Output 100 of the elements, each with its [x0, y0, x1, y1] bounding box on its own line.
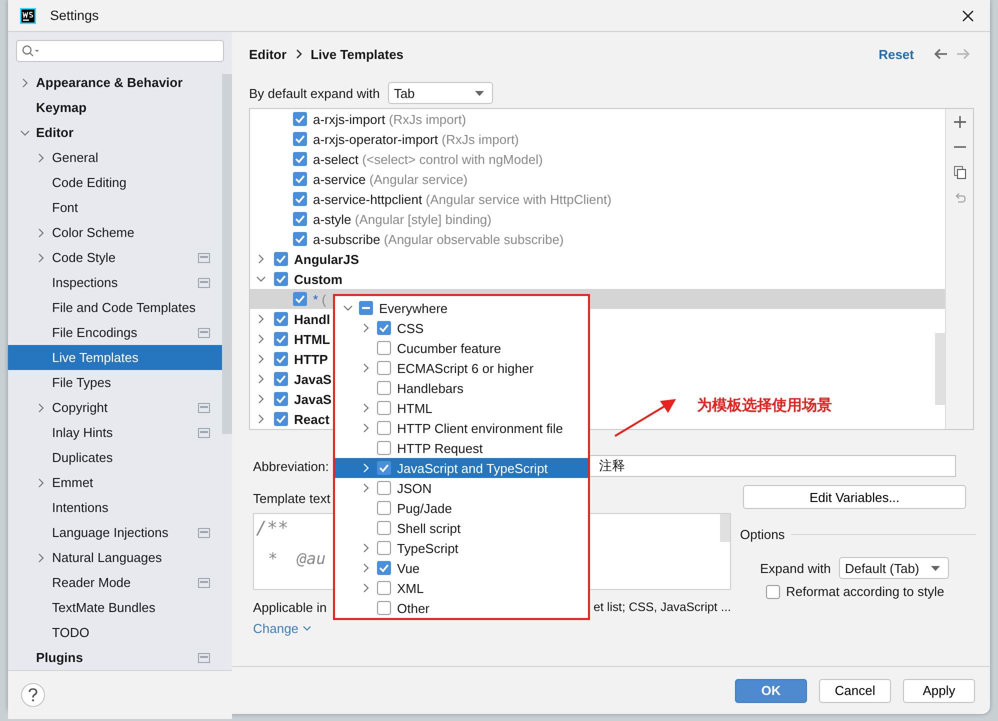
- template-entry[interactable]: a-select (<select> control with ngModel): [313, 152, 543, 166]
- checkbox[interactable]: [274, 412, 288, 426]
- chevron-right-icon[interactable]: [36, 252, 46, 262]
- settings-tree-item[interactable]: Code Style: [8, 245, 222, 270]
- template-group-name[interactable]: HTTP: [294, 352, 328, 366]
- chevron-right-icon[interactable]: [256, 374, 266, 384]
- undo-icon[interactable]: [954, 192, 966, 204]
- breadcrumb-item[interactable]: Editor: [249, 46, 287, 62]
- checkbox[interactable]: [377, 361, 391, 375]
- chevron-right-icon[interactable]: [361, 323, 371, 333]
- add-icon[interactable]: [954, 116, 966, 128]
- expand-key-dropdown[interactable]: Tab: [388, 82, 493, 104]
- context-item[interactable]: CSS: [335, 318, 588, 338]
- checkbox[interactable]: [293, 152, 307, 166]
- template-entry[interactable]: a-rxjs-operator-import (RxJs import): [313, 132, 519, 146]
- checkbox[interactable]: [274, 372, 288, 386]
- template-group-name[interactable]: AngularJS: [294, 252, 360, 266]
- checkbox[interactable]: [377, 401, 391, 415]
- checkbox[interactable]: [377, 481, 391, 495]
- settings-tree-item[interactable]: Code Editing: [8, 170, 222, 195]
- template-group-name[interactable]: HTML: [294, 332, 330, 346]
- template-group-name[interactable]: Handl: [294, 312, 330, 326]
- context-item[interactable]: Handlebars: [335, 378, 588, 398]
- reset-link[interactable]: Reset: [878, 46, 914, 62]
- checkbox[interactable]: [377, 561, 391, 575]
- checkbox[interactable]: [274, 272, 288, 286]
- chevron-right-icon[interactable]: [36, 152, 46, 162]
- settings-tree-item[interactable]: Copyright: [8, 395, 222, 420]
- settings-tree-item[interactable]: Reader Mode: [8, 570, 222, 595]
- context-item[interactable]: XML: [335, 578, 588, 598]
- settings-tree-item[interactable]: Natural Languages: [8, 545, 222, 570]
- back-arrow-icon[interactable]: [934, 48, 948, 60]
- checkbox[interactable]: [293, 192, 307, 206]
- settings-tree-item[interactable]: Intentions: [8, 495, 222, 520]
- checkbox[interactable]: [377, 581, 391, 595]
- chevron-right-icon[interactable]: [36, 478, 46, 488]
- scrollbar-thumb[interactable]: [935, 333, 945, 405]
- checkbox[interactable]: [377, 421, 391, 435]
- settings-tree-item[interactable]: File Types: [8, 370, 222, 395]
- checkbox[interactable]: [293, 172, 307, 186]
- context-item[interactable]: Everywhere: [335, 298, 588, 318]
- context-item[interactable]: Other: [335, 598, 588, 618]
- settings-tree-item[interactable]: Language Injections: [8, 520, 222, 545]
- settings-tree-item[interactable]: File and Code Templates: [8, 295, 222, 320]
- checkbox[interactable]: [766, 584, 780, 598]
- change-link[interactable]: Change: [253, 621, 311, 636]
- chevron-right-icon[interactable]: [36, 402, 46, 412]
- chevron-right-icon[interactable]: [36, 228, 46, 238]
- template-group-name[interactable]: Custom: [294, 272, 342, 286]
- template-entry[interactable]: a-rxjs-import (RxJs import): [313, 112, 466, 126]
- chevron-right-icon[interactable]: [361, 543, 371, 553]
- checkbox[interactable]: [293, 292, 307, 306]
- checkbox[interactable]: [274, 312, 288, 326]
- template-entry[interactable]: * (: [313, 292, 326, 306]
- chevron-right-icon[interactable]: [256, 254, 266, 264]
- settings-tree-item[interactable]: Editor: [8, 120, 222, 145]
- context-item[interactable]: HTML: [335, 398, 588, 418]
- settings-tree-item[interactable]: Emmet: [8, 470, 222, 495]
- settings-tree-item[interactable]: Color Scheme: [8, 220, 222, 245]
- chevron-right-icon[interactable]: [256, 414, 266, 424]
- chevron-right-icon[interactable]: [361, 463, 371, 473]
- chevron-right-icon[interactable]: [361, 563, 371, 573]
- template-group-name[interactable]: JavaS: [294, 372, 332, 386]
- chevron-down-icon[interactable]: [256, 274, 266, 284]
- settings-tree-item[interactable]: General: [8, 145, 222, 170]
- checkbox[interactable]: [293, 232, 307, 246]
- context-item[interactable]: TypeScript: [335, 538, 588, 558]
- expand-key-dropdown[interactable]: Default (Tab): [838, 557, 949, 579]
- template-entry[interactable]: a-style (Angular [style] binding): [313, 212, 492, 226]
- chevron-right-icon[interactable]: [361, 363, 371, 373]
- checkbox[interactable]: [293, 132, 307, 146]
- checkbox[interactable]: [293, 212, 307, 226]
- chevron-down-icon[interactable]: [343, 303, 353, 313]
- checkbox[interactable]: [377, 521, 391, 535]
- checkbox[interactable]: [274, 252, 288, 266]
- chevron-right-icon[interactable]: [361, 423, 371, 433]
- settings-tree-item[interactable]: Inspections: [8, 270, 222, 295]
- template-group-name[interactable]: React: [294, 412, 330, 426]
- context-item[interactable]: JavaScript and TypeScript: [335, 458, 588, 478]
- checkbox[interactable]: [377, 381, 391, 395]
- context-item[interactable]: JSON: [335, 478, 588, 498]
- scrollbar-thumb[interactable]: [222, 74, 232, 434]
- dialog-button[interactable]: OK: [735, 678, 807, 702]
- chevron-right-icon[interactable]: [256, 334, 266, 344]
- checkbox[interactable]: [377, 541, 391, 555]
- settings-tree-item[interactable]: File Encodings: [8, 320, 222, 345]
- context-item[interactable]: Vue: [335, 558, 588, 578]
- settings-tree-item[interactable]: TextMate Bundles: [8, 595, 222, 620]
- settings-tree-item[interactable]: Live Templates: [8, 345, 222, 370]
- settings-tree-item[interactable]: Duplicates: [8, 445, 222, 470]
- checkbox[interactable]: [274, 352, 288, 366]
- checkbox[interactable]: [377, 321, 391, 335]
- checkbox[interactable]: [377, 441, 391, 455]
- chevron-right-icon[interactable]: [361, 483, 371, 493]
- chevron-right-icon[interactable]: [256, 394, 266, 404]
- help-button[interactable]: [21, 683, 45, 707]
- chevron-right-icon[interactable]: [256, 354, 266, 364]
- checkbox[interactable]: [377, 341, 391, 355]
- checkbox[interactable]: [377, 461, 391, 475]
- scrollbar-thumb[interactable]: [720, 514, 730, 542]
